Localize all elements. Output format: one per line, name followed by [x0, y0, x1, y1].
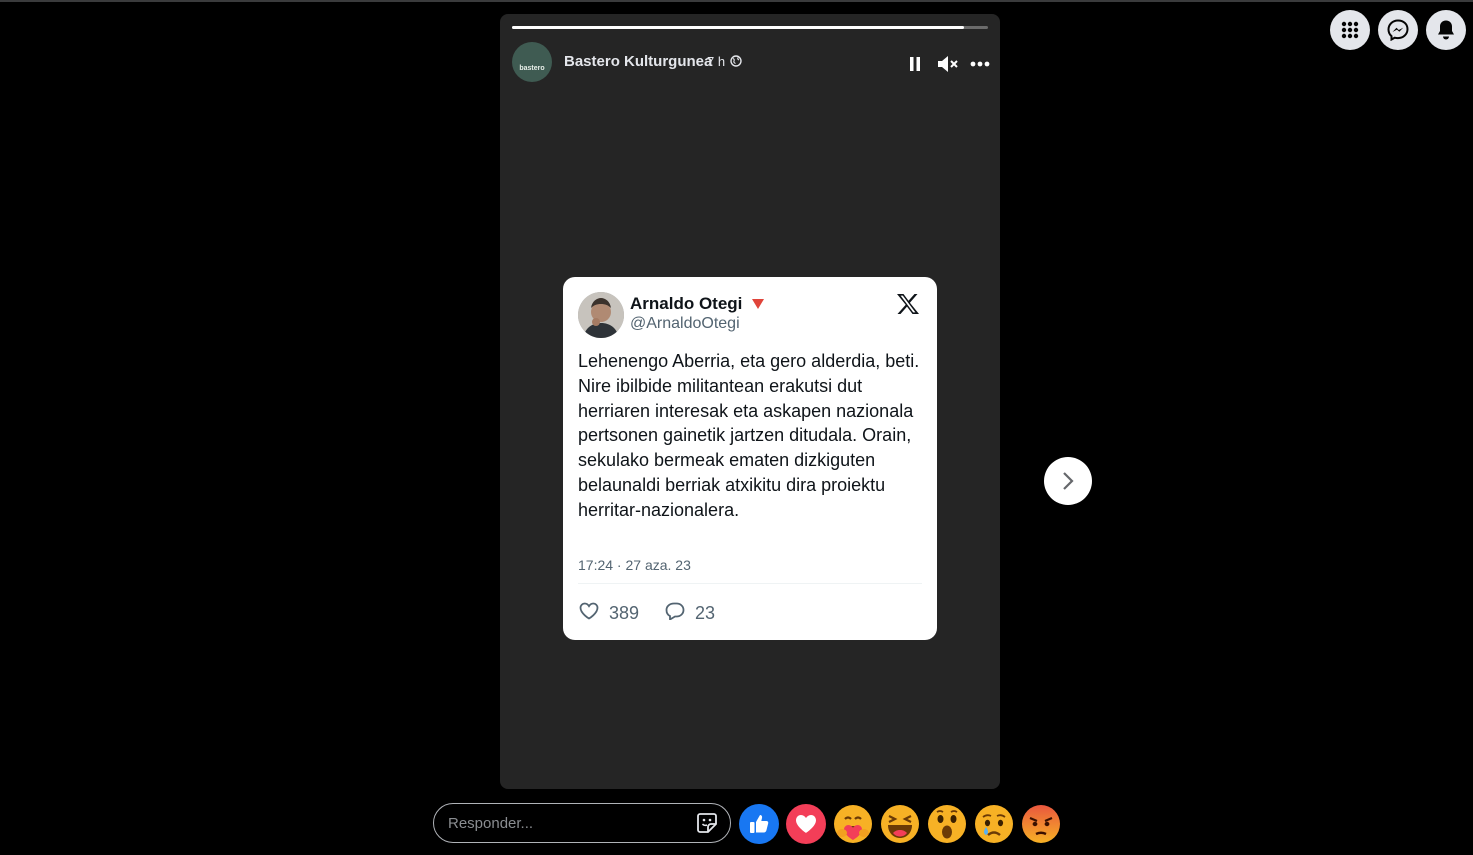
more-icon	[970, 61, 990, 67]
tweet-date: 17:24 · 27 aza. 23	[578, 557, 691, 573]
mute-button[interactable]	[936, 52, 960, 76]
bell-icon	[1438, 20, 1454, 40]
angry-emoji-icon	[1022, 805, 1060, 843]
heart-icon	[796, 815, 816, 833]
pause-icon	[910, 57, 920, 71]
tweet-author-avatar	[578, 292, 624, 338]
pause-button[interactable]	[903, 52, 927, 76]
menu-grid-button[interactable]	[1330, 10, 1370, 50]
avatar-logo-text: bastero	[519, 64, 545, 72]
messenger-icon	[1387, 19, 1409, 41]
story-progress-bar	[512, 26, 988, 29]
story-progress-fill	[512, 26, 965, 29]
notifications-button[interactable]	[1426, 10, 1466, 50]
reaction-love-button[interactable]	[786, 804, 826, 844]
heart-outline-icon	[579, 602, 599, 620]
next-story-button[interactable]	[1044, 457, 1092, 505]
story-viewer[interactable]: bastero Bastero Kulturgunea 7 h Arnaldo …	[500, 14, 1000, 789]
reaction-angry-button[interactable]	[1021, 804, 1061, 844]
tweet-text: Lehenengo Aberria, eta gero alderdia, be…	[578, 351, 920, 520]
more-options-button[interactable]	[968, 52, 992, 76]
tweet-reply-count: 23	[695, 603, 716, 623]
reply-placeholder: Responder...	[448, 815, 534, 832]
wow-emoji-icon	[928, 805, 966, 843]
tweet-like-count: 389	[609, 603, 640, 623]
divider	[578, 583, 922, 584]
reaction-like-button[interactable]	[739, 804, 779, 844]
reaction-wow-button[interactable]	[927, 804, 967, 844]
reaction-sad-button[interactable]	[974, 804, 1014, 844]
x-logo-icon	[897, 294, 919, 314]
tweet-card: Arnaldo Otegi @ArnaldoOtegi Lehenengo Ab…	[563, 277, 937, 640]
reply-input[interactable]: Responder...	[433, 803, 731, 843]
sad-emoji-icon	[975, 805, 1013, 843]
story-author-name[interactable]: Bastero Kulturgunea	[564, 53, 712, 70]
messenger-button[interactable]	[1378, 10, 1418, 50]
story-author-avatar[interactable]: bastero	[512, 42, 552, 82]
sticker-icon[interactable]	[696, 812, 718, 834]
globe-icon	[730, 55, 742, 67]
reply-bubble-icon	[665, 602, 685, 620]
mute-icon	[938, 56, 958, 72]
reaction-haha-button[interactable]	[880, 804, 920, 844]
tweet-author-name: Arnaldo Otegi	[630, 294, 743, 313]
tweet-author-handle: @ArnaldoOtegi	[630, 315, 740, 332]
reaction-care-button[interactable]	[833, 804, 873, 844]
menu-grid-icon	[1341, 21, 1359, 39]
story-timestamp[interactable]: 7 h	[707, 54, 725, 69]
chevron-right-icon	[1063, 472, 1074, 490]
thumbs-up-icon	[750, 815, 769, 833]
haha-emoji-icon	[881, 805, 919, 843]
red-triangle-icon	[752, 299, 764, 309]
care-emoji-icon	[834, 805, 872, 843]
top-border	[0, 0, 1473, 2]
